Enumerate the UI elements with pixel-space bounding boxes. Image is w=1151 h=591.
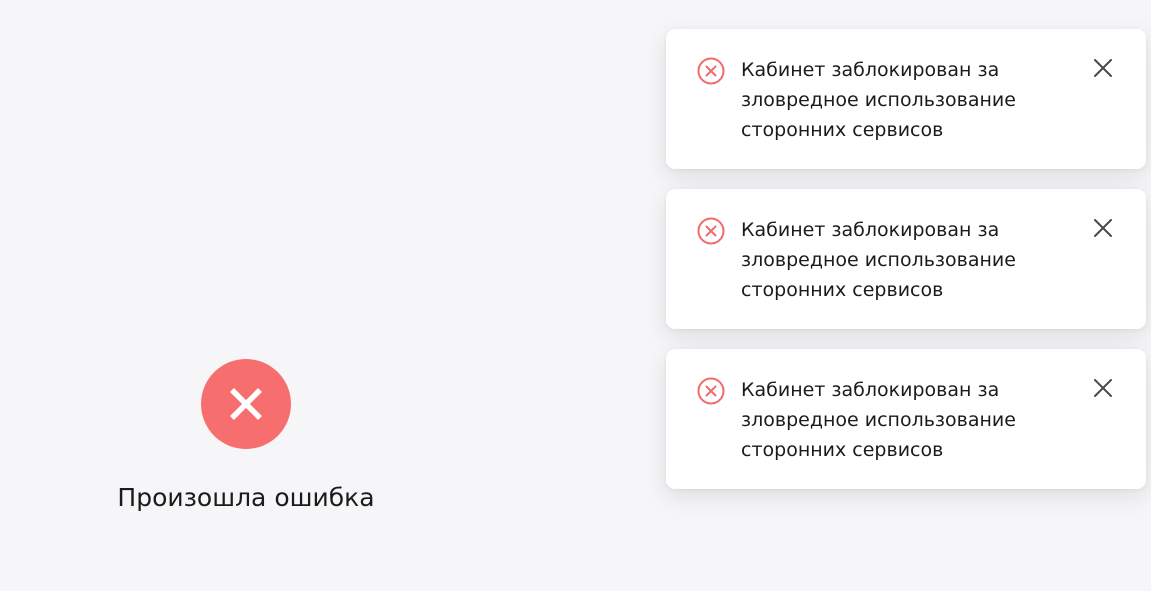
error-circle-icon (696, 376, 726, 406)
error-title: Произошла ошибка (117, 483, 375, 512)
toast-stack: Кабинет заблокирован за зловредное испол… (666, 29, 1146, 509)
toast-notification: Кабинет заблокирован за зловредное испол… (666, 29, 1146, 169)
error-x-icon (201, 359, 291, 449)
close-icon[interactable] (1086, 371, 1120, 405)
error-circle-icon (696, 56, 726, 86)
toast-message: Кабинет заблокирован за зловредное испол… (741, 219, 1016, 301)
error-state: Произошла ошибка (110, 359, 382, 513)
close-icon[interactable] (1086, 51, 1120, 85)
error-circle-icon (696, 216, 726, 246)
toast-message: Кабинет заблокирован за зловредное испол… (741, 59, 1016, 141)
toast-notification: Кабинет заблокирован за зловредное испол… (666, 189, 1146, 329)
close-icon[interactable] (1086, 211, 1120, 245)
toast-message: Кабинет заблокирован за зловредное испол… (741, 379, 1016, 461)
toast-notification: Кабинет заблокирован за зловредное испол… (666, 349, 1146, 489)
